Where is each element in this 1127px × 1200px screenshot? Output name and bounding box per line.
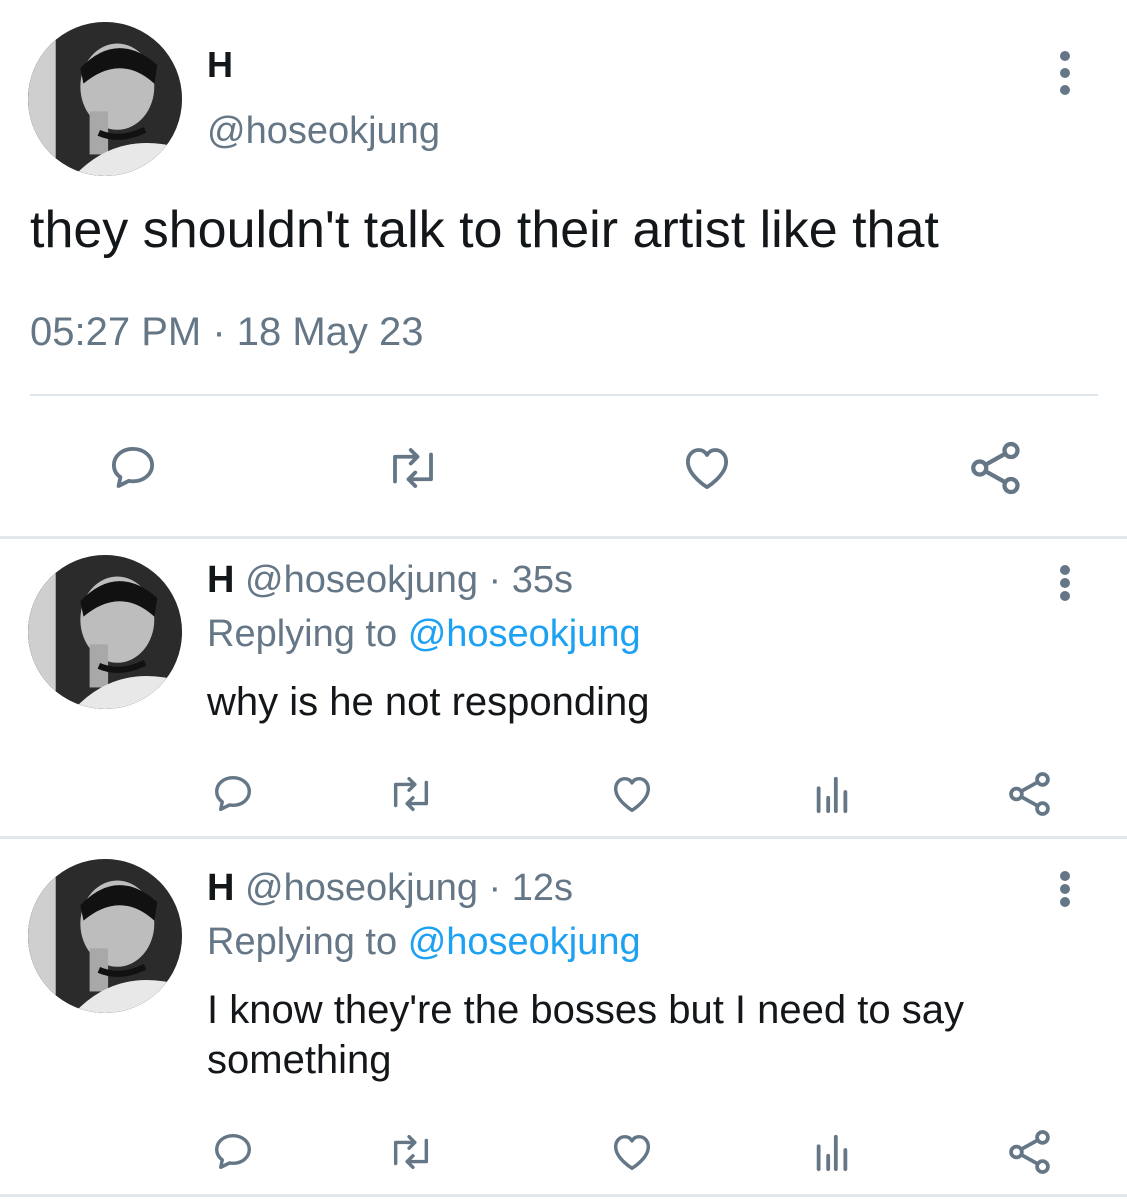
- replying-to: Replying to @hoseokjung: [207, 613, 641, 656]
- tweet-text: they shouldn't talk to their artist like…: [30, 201, 939, 259]
- tweet-text: I know they're the bosses but I need to …: [207, 988, 964, 1082]
- author-name[interactable]: H: [207, 559, 234, 601]
- like-icon[interactable]: [608, 771, 656, 817]
- share-icon[interactable]: [1005, 1127, 1055, 1177]
- tweet-actions: [0, 769, 1127, 819]
- analytics-icon[interactable]: [812, 1131, 852, 1173]
- replying-to: Replying to @hoseokjung: [207, 921, 641, 964]
- comment-icon[interactable]: [210, 771, 256, 817]
- tweet-text: why is he not responding: [207, 680, 650, 724]
- reply-tweet: H @hoseokjung · 35s Replying to @hoseokj…: [0, 539, 1127, 836]
- comment-icon[interactable]: [210, 1129, 256, 1175]
- divider: [0, 1194, 1127, 1197]
- retweet-icon[interactable]: [383, 441, 443, 495]
- tweet-timestamp: 05:27 PM · 18 May 23: [30, 310, 424, 354]
- author-name[interactable]: H: [207, 867, 234, 909]
- mention-link[interactable]: @hoseokjung: [408, 921, 641, 963]
- reply-header: H @hoseokjung · 35s: [207, 559, 573, 602]
- share-icon[interactable]: [1005, 769, 1055, 819]
- tweet-actions: [0, 438, 1127, 498]
- reply-tweet: H @hoseokjung · 12s Replying to @hoseokj…: [0, 839, 1127, 1194]
- like-icon[interactable]: [678, 441, 736, 495]
- analytics-icon[interactable]: [812, 773, 852, 815]
- like-icon[interactable]: [608, 1129, 656, 1175]
- tweet-age: · 12s: [488, 867, 574, 909]
- main-tweet: H @hoseokjung they shouldn't talk to the…: [0, 0, 1127, 538]
- more-options-icon[interactable]: [1055, 51, 1075, 95]
- comment-icon[interactable]: [106, 441, 160, 495]
- divider: [30, 394, 1098, 396]
- author-handle[interactable]: @hoseokjung: [245, 559, 478, 601]
- author-name[interactable]: H: [207, 44, 233, 86]
- avatar[interactable]: [28, 859, 182, 1013]
- tweet-age: · 35s: [488, 559, 574, 601]
- avatar[interactable]: [28, 22, 182, 176]
- share-icon[interactable]: [966, 438, 1026, 498]
- retweet-icon[interactable]: [385, 1129, 437, 1175]
- more-options-icon[interactable]: [1055, 871, 1075, 907]
- tweet-actions: [0, 1127, 1127, 1177]
- replying-to-label: Replying to: [207, 921, 398, 963]
- mention-link[interactable]: @hoseokjung: [408, 613, 641, 655]
- reply-header: H @hoseokjung · 12s: [207, 867, 573, 910]
- avatar[interactable]: [28, 555, 182, 709]
- retweet-icon[interactable]: [385, 771, 437, 817]
- author-handle[interactable]: @hoseokjung: [207, 110, 440, 153]
- replying-to-label: Replying to: [207, 613, 398, 655]
- more-options-icon[interactable]: [1055, 565, 1075, 601]
- author-handle[interactable]: @hoseokjung: [245, 867, 478, 909]
